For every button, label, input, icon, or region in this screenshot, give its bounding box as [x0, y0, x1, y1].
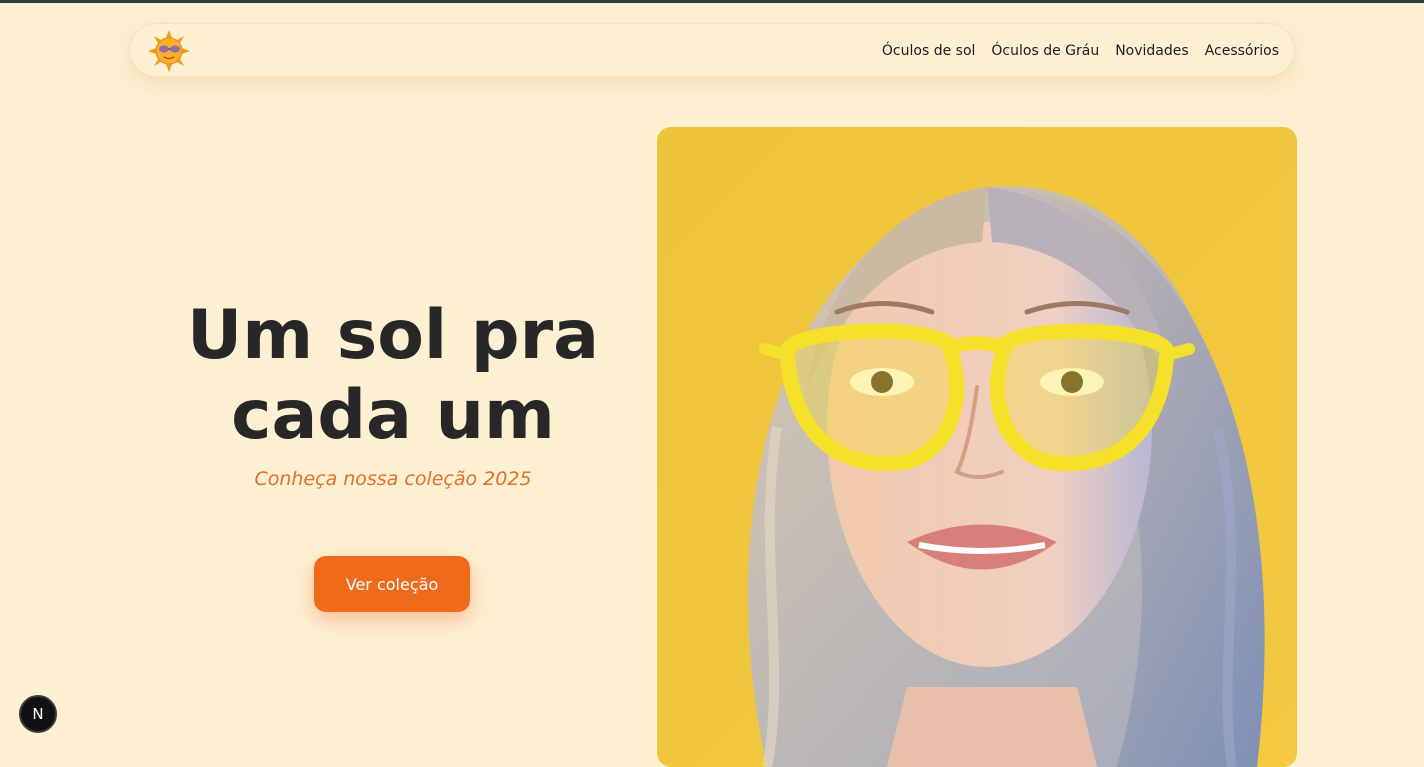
- ver-colecao-button[interactable]: Ver coleção: [314, 556, 470, 612]
- top-border: [0, 0, 1424, 3]
- hero-title-line-2: cada um: [231, 376, 555, 455]
- main-nav: Óculos de sol Óculos de Gráu Novidades A…: [882, 24, 1279, 78]
- nextjs-dev-badge[interactable]: N: [19, 695, 57, 733]
- hero-subtitle: Conheça nossa coleção 2025: [254, 468, 532, 490]
- navbar: Óculos de sol Óculos de Gráu Novidades A…: [129, 23, 1295, 77]
- nav-item-oculos-de-sol[interactable]: Óculos de sol: [882, 43, 976, 59]
- nav-item-acessorios[interactable]: Acessórios: [1205, 43, 1279, 59]
- hero-title-line-1: Um sol pra: [186, 296, 600, 375]
- hero-model-image: [657, 127, 1297, 767]
- hero-title: Um sol pra cada um: [150, 296, 636, 456]
- nav-item-oculos-de-grau[interactable]: Óculos de Gráu: [991, 43, 1099, 59]
- nextjs-icon: N: [32, 705, 44, 723]
- sun-sunglasses-logo-icon[interactable]: [146, 28, 192, 74]
- nav-item-novidades[interactable]: Novidades: [1115, 43, 1188, 59]
